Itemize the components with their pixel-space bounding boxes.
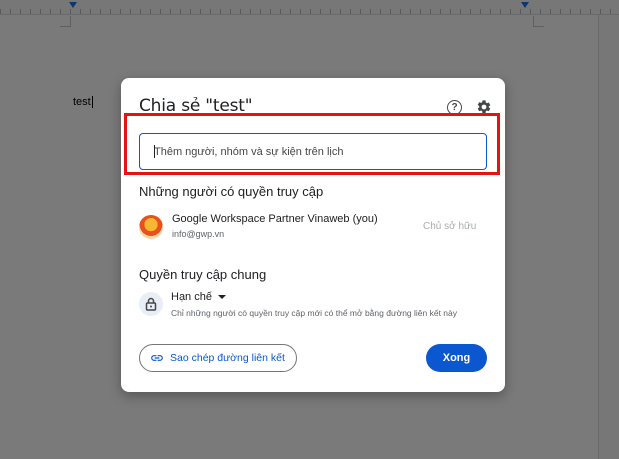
lock-icon	[145, 297, 157, 311]
lock-badge	[139, 292, 163, 316]
person-role: Chủ sở hữu	[423, 221, 477, 232]
people-with-access-heading: Những người có quyền truy cập	[139, 184, 324, 199]
chevron-down-icon	[217, 295, 226, 299]
copy-link-label: Sao chép đường liên kết	[170, 352, 285, 364]
general-access-description: Chỉ những người có quyền truy cập mới có…	[171, 308, 458, 318]
general-access-heading: Quyền truy cập chung	[139, 267, 267, 282]
text-caret	[154, 145, 155, 158]
person-name: Google Workspace Partner Vinaweb (you)	[172, 213, 378, 225]
link-icon	[151, 355, 163, 361]
add-people-input[interactable]	[139, 133, 487, 170]
person-email: info@gwp.vn	[172, 229, 225, 239]
copy-link-button[interactable]: Sao chép đường liên kết	[139, 344, 297, 372]
share-dialog: Chia sẻ "test" ? Những người có quyền tr…	[121, 78, 505, 392]
general-access-select[interactable]: Hạn chế	[171, 291, 226, 303]
general-access-value: Hạn chế	[171, 291, 212, 303]
done-button[interactable]: Xong	[426, 344, 487, 372]
avatar	[139, 215, 163, 239]
